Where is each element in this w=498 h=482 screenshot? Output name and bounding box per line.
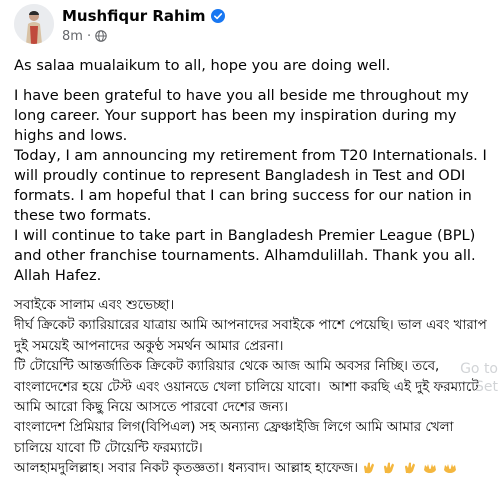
globe-icon [95,30,107,42]
bangla-line: সবাইকে সালাম এবং শুভেচ্ছা। [14,298,175,313]
announcement-paragraph: I have been grateful to have you all bes… [14,87,487,284]
bangla-text-block: সবাইকে সালাম এবং শুভেচ্ছা। দীর্ঘ ক্রিকেট… [14,296,492,482]
clapping-hands-icon [382,461,396,474]
author-avatar[interactable] [14,4,54,44]
bangla-line: বাংলাদেশ প্রিমিয়ার লিগ(বিপিএল) সহ অন্যা… [14,420,458,456]
verified-badge-icon [210,9,225,23]
open-hands-icon [443,461,457,474]
post-header: Mushfiqur Rahim 8m · [0,0,498,50]
greeting-paragraph: As salaa mualaikum to all, hope you are … [14,57,391,74]
post-body: As salaa mualaikum to all, hope you are … [14,56,492,482]
clapping-hands-icon [403,461,417,474]
author-name[interactable]: Mushfiqur Rahim [62,7,206,25]
meta-separator: · [86,28,92,44]
activate-windows-watermark: Go to Set [460,361,498,395]
closing-emojis [362,461,459,481]
bangla-line: দীর্ঘ ক্রিকেট ক্যারিয়ারের যাত্রায় আমি … [14,318,491,354]
bangla-line: আলহামদুলিল্লাহ। সবার নিকট কৃতজ্ঞতা। ধন্য… [14,461,359,477]
clapping-hands-icon [362,461,376,474]
bangla-line: টি টোয়েন্টি আন্তর্জাতিক ক্রিকেট ক্যারিয… [14,359,483,416]
post-timestamp[interactable]: 8m [62,29,83,44]
open-hands-icon [423,461,437,474]
bangla-closing-line: আলহামদুলিল্লাহ। সবার নিকট কৃতজ্ঞতা। ধন্য… [14,459,492,481]
